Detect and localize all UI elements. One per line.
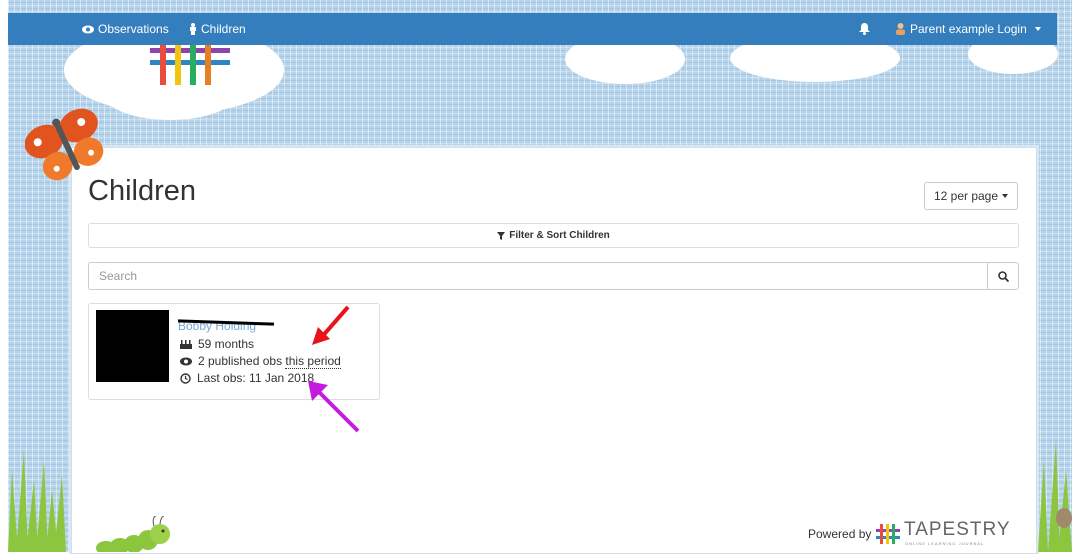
- child-age: 59 months: [180, 337, 254, 351]
- tapestry-logo-text: TAPESTRY: [904, 519, 1011, 540]
- notifications-bell[interactable]: [859, 13, 870, 45]
- left-margin: [0, 0, 8, 552]
- nav-children-label: Children: [201, 22, 246, 36]
- magenta-arrow-annotation: [308, 381, 360, 433]
- nav-children[interactable]: Children: [189, 13, 246, 45]
- eye-icon: [180, 357, 192, 365]
- user-menu-label: Parent example Login: [910, 22, 1027, 36]
- caterpillar-decoration: [96, 516, 170, 552]
- per-page-dropdown[interactable]: 12 per page: [924, 182, 1018, 210]
- filter-icon: [497, 231, 506, 240]
- search-icon: [997, 270, 1009, 282]
- grass-decoration: [1038, 440, 1072, 552]
- child-obs-count: 2 published obs this period: [180, 354, 341, 369]
- child-photo[interactable]: [96, 310, 169, 382]
- tapestry-logo-icon: [876, 524, 900, 544]
- top-navbar: Observations Children Parent example Log…: [8, 13, 1057, 45]
- user-menu[interactable]: Parent example Login: [895, 13, 1041, 45]
- red-arrow-annotation: [312, 305, 350, 345]
- powered-by-label: Powered by: [808, 527, 872, 541]
- user-icon: [896, 23, 905, 35]
- last-obs-value: Last obs: 11 Jan 2018: [197, 371, 315, 385]
- bell-icon: [859, 23, 870, 35]
- obs-count-prefix: 2 published obs: [198, 354, 283, 368]
- child-icon: [190, 23, 196, 35]
- birthday-cake-icon: [180, 340, 192, 349]
- eye-icon: [82, 25, 94, 33]
- tapestry-logo-subtitle: ONLINE LEARNING JOURNAL: [905, 541, 985, 546]
- per-page-label: 12 per page: [933, 189, 999, 203]
- chevron-down-icon: [1002, 194, 1009, 198]
- child-last-obs: Last obs: 11 Jan 2018: [180, 371, 314, 385]
- filter-sort-label: Filter & Sort Children: [509, 230, 610, 241]
- page-title: Children: [88, 175, 196, 207]
- nav-observations-label: Observations: [98, 22, 169, 36]
- tapestry-weave-logo: [150, 40, 230, 85]
- obs-period-label[interactable]: this period: [285, 354, 341, 369]
- child-age-value: 59 months: [198, 337, 255, 351]
- search-button[interactable]: [987, 262, 1019, 290]
- grass-decoration: [8, 450, 66, 552]
- filter-sort-button[interactable]: Filter & Sort Children: [88, 223, 1019, 248]
- obs-count-text: 2 published obs this period: [198, 354, 341, 369]
- nav-observations[interactable]: Observations: [82, 13, 169, 45]
- chevron-down-icon: [1034, 27, 1041, 31]
- clock-icon: [180, 372, 191, 384]
- search-input[interactable]: [88, 262, 988, 290]
